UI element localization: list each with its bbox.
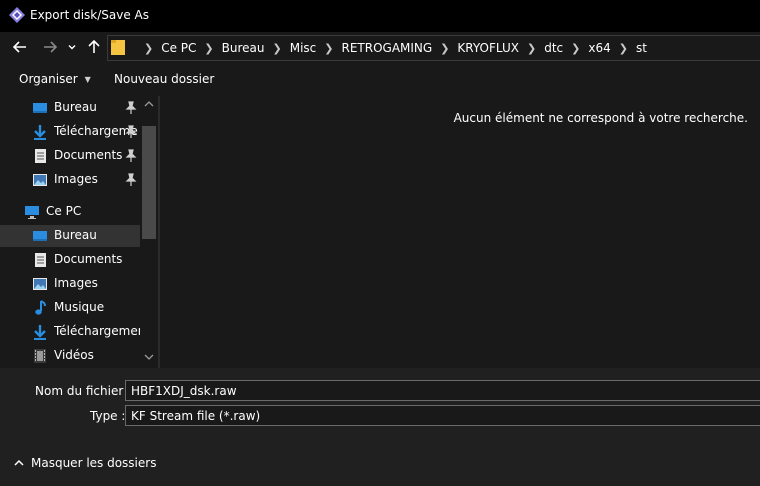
forward-arrow-icon	[44, 41, 58, 53]
app-icon	[9, 7, 25, 23]
download-icon	[34, 325, 46, 340]
up-arrow-icon	[88, 39, 100, 53]
sidebar-item-label: Vidéos	[54, 348, 94, 362]
sidebar-item-this-pc[interactable]: Ce PC	[0, 201, 140, 223]
command-bar: Organiser ▼ Nouveau dossier	[0, 64, 760, 96]
images-icon	[33, 174, 47, 186]
breadcrumb: ❯ Ce PC ❯ Bureau ❯ Misc ❯ RETROGAMING ❯ …	[136, 36, 647, 60]
computer-icon	[25, 206, 39, 219]
breadcrumb-item[interactable]: KRYOFLUX	[457, 41, 519, 55]
sidebar-item-music[interactable]: Musique	[0, 297, 140, 319]
scrollbar-thumb[interactable]	[142, 126, 156, 239]
music-icon	[35, 300, 46, 315]
breadcrumb-item[interactable]: Bureau	[222, 41, 265, 55]
navigation-scrollbar[interactable]	[140, 96, 158, 368]
sidebar-item-documents[interactable]: Documents	[0, 249, 140, 271]
type-label: Type :	[90, 409, 126, 423]
pin-icon	[125, 101, 137, 114]
folder-icon	[111, 40, 125, 55]
sidebar-item-videos[interactable]: Vidéos	[0, 345, 140, 367]
chevron-down-icon[interactable]	[143, 352, 155, 362]
images-icon	[33, 278, 47, 290]
sidebar-item-label: Documents	[54, 252, 123, 266]
breadcrumb-separator-icon: ❯	[144, 41, 154, 55]
sidebar-item-label: Musique	[54, 300, 105, 314]
filename-label: Nom du fichier :	[35, 384, 132, 398]
breadcrumb-item[interactable]: st	[636, 41, 647, 55]
videos-icon	[34, 349, 46, 363]
chevron-up-icon[interactable]	[143, 99, 155, 109]
sidebar-item-label: Ce PC	[46, 204, 82, 218]
title-bar: Export disk/Save As	[0, 0, 760, 32]
pin-icon	[125, 173, 137, 186]
file-type-value: KF Stream file (*.raw)	[131, 409, 261, 423]
breadcrumb-separator-icon: ❯	[440, 41, 450, 55]
filename-field[interactable]: HBF1XDJ_dsk.raw	[125, 380, 760, 401]
file-type-select[interactable]: KF Stream file (*.raw)	[125, 405, 760, 426]
sidebar-item-label: Bureau	[54, 228, 97, 242]
sidebar-item-bureau[interactable]: Bureau	[0, 225, 140, 247]
breadcrumb-item[interactable]: RETROGAMING	[341, 41, 432, 55]
hide-folders-button[interactable]: Masquer les dossiers	[13, 456, 156, 470]
forward-button[interactable]	[36, 32, 64, 62]
back-arrow-icon	[12, 41, 26, 53]
organize-label: Organiser	[19, 72, 78, 86]
chevron-up-icon	[14, 459, 24, 466]
organize-button[interactable]: Organiser ▼	[19, 72, 91, 86]
sidebar-item-quick-images[interactable]: Images	[0, 169, 140, 191]
sidebar-item-quick-documents[interactable]: Documents	[0, 145, 140, 167]
breadcrumb-separator-icon: ❯	[571, 41, 581, 55]
breadcrumb-separator-icon: ❯	[324, 41, 334, 55]
sidebar-item-label: Téléchargements	[54, 324, 140, 338]
address-bar[interactable]: ❯ Ce PC ❯ Bureau ❯ Misc ❯ RETROGAMING ❯ …	[107, 35, 760, 61]
sidebar-item-label: Images	[54, 276, 98, 290]
window-title: Export disk/Save As	[30, 8, 150, 22]
file-list[interactable]: Aucun élément ne correspond à votre rech…	[160, 96, 760, 368]
navigation-bar: ❯ Ce PC ❯ Bureau ❯ Misc ❯ RETROGAMING ❯ …	[0, 32, 760, 64]
chevron-down-icon	[68, 45, 76, 50]
filename-value: HBF1XDJ_dsk.raw	[131, 384, 237, 398]
documents-icon	[35, 253, 46, 267]
breadcrumb-separator-icon: ❯	[618, 41, 628, 55]
save-panel: Nom du fichier : HBF1XDJ_dsk.raw Type : …	[0, 368, 760, 486]
breadcrumb-separator-icon: ❯	[526, 41, 537, 55]
pin-icon	[125, 149, 137, 162]
sidebar-item-quick-downloads[interactable]: Téléchargements	[0, 121, 140, 143]
caret-down-icon: ▼	[84, 74, 91, 84]
sidebar-item-downloads[interactable]: Téléchargements	[0, 321, 140, 343]
desktop-icon	[33, 231, 47, 241]
sidebar-item-images[interactable]: Images	[0, 273, 140, 295]
breadcrumb-item[interactable]: Ce PC	[161, 41, 196, 55]
download-icon	[34, 125, 46, 140]
back-button[interactable]	[6, 32, 34, 62]
recent-locations-button[interactable]	[64, 32, 80, 62]
navigation-pane: Bureau Téléchargements Documents Im	[0, 96, 158, 368]
breadcrumb-item[interactable]: Misc	[290, 41, 317, 55]
sidebar-item-quick-bureau[interactable]: Bureau	[0, 97, 140, 119]
new-folder-button[interactable]: Nouveau dossier	[114, 72, 214, 86]
up-button[interactable]	[82, 32, 106, 62]
breadcrumb-separator-icon: ❯	[204, 41, 214, 55]
desktop-icon	[33, 103, 47, 113]
breadcrumb-item[interactable]: dtc	[544, 41, 563, 55]
pin-icon	[125, 125, 137, 138]
hide-folders-label: Masquer les dossiers	[31, 456, 157, 470]
documents-icon	[35, 149, 46, 163]
breadcrumb-item[interactable]: x64	[588, 41, 610, 55]
breadcrumb-separator-icon: ❯	[272, 41, 282, 55]
empty-message: Aucun élément ne correspond à votre rech…	[453, 111, 748, 125]
